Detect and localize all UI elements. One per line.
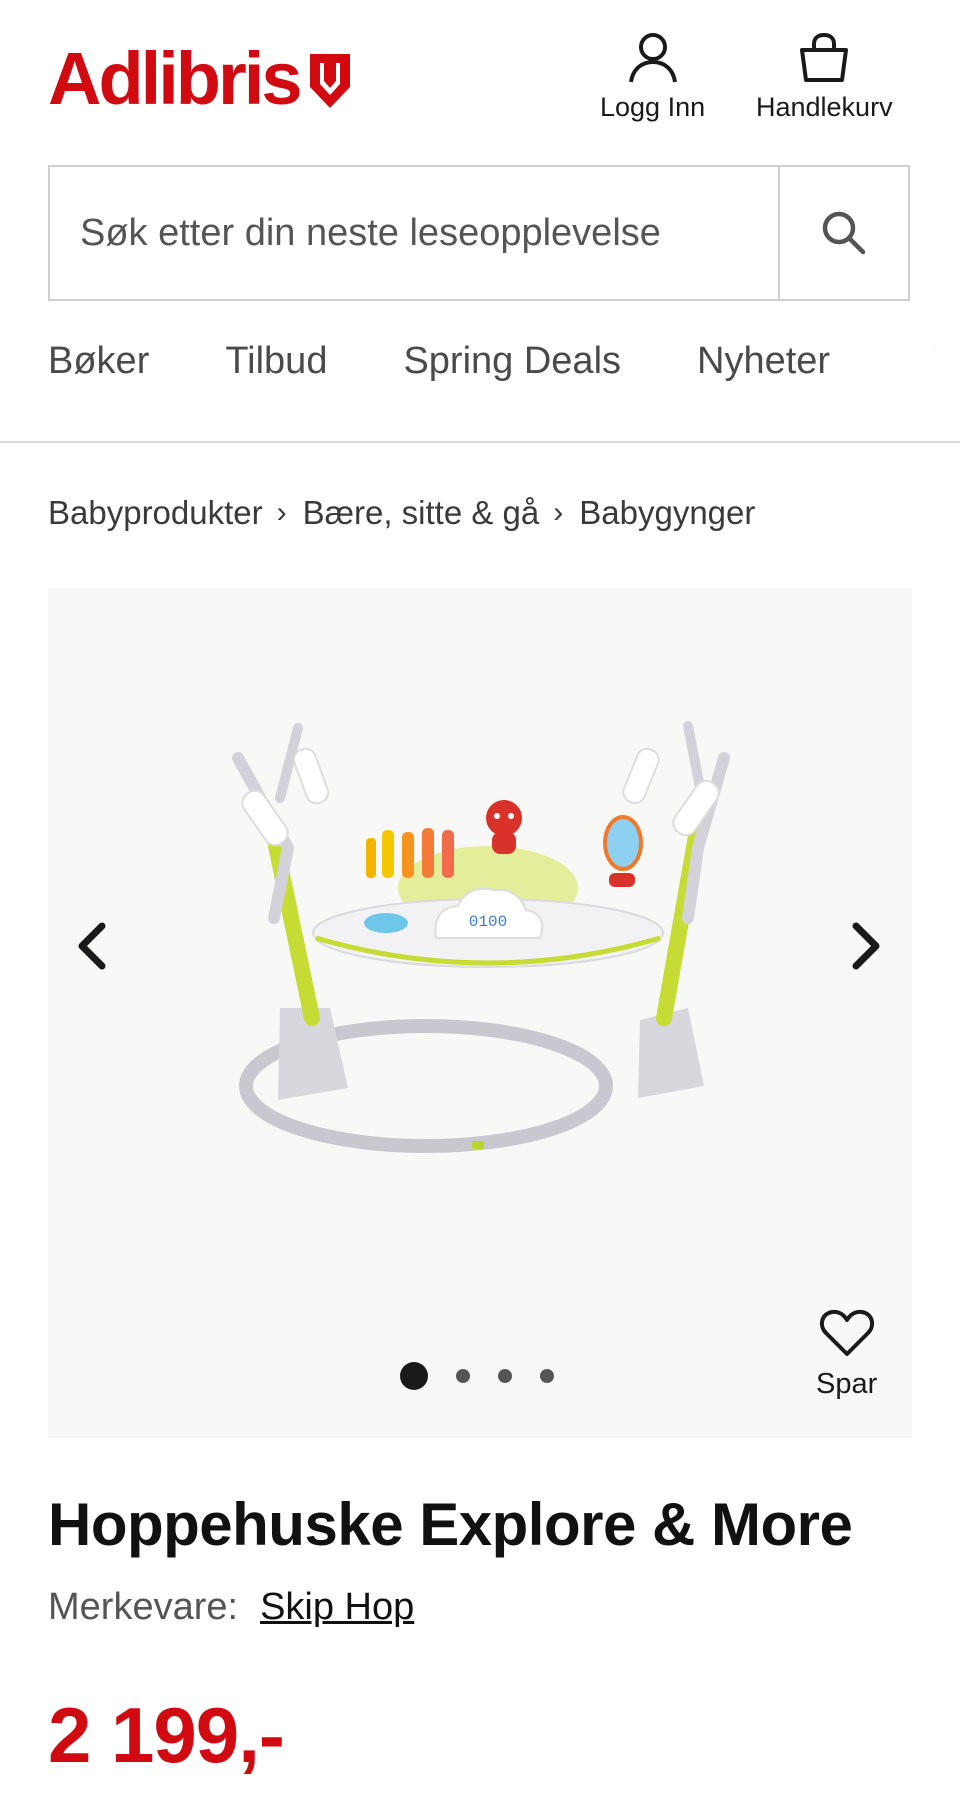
basket-icon (800, 33, 849, 82)
search-icon (822, 211, 866, 255)
pagination-dot[interactable] (456, 1369, 470, 1383)
adlibris-logo[interactable]: Adlibris (48, 42, 353, 116)
breadcrumb-item-baere-sitte-ga[interactable]: Bære, sitte & gå (303, 494, 540, 532)
main-nav: Bøker Tilbud Spring Deals Nyheter (48, 340, 830, 383)
login-label: Logg Inn (600, 92, 706, 122)
brand-link[interactable]: Skip Hop (260, 1586, 414, 1628)
save-favorite-button[interactable]: Spar (816, 1308, 877, 1401)
cart-button[interactable]: Handlekurv (756, 30, 893, 123)
pagination-dot-active[interactable] (400, 1362, 428, 1390)
pagination-dot[interactable] (540, 1369, 554, 1383)
product-image[interactable]: 0100 (48, 588, 912, 1438)
pagination-dot[interactable] (498, 1369, 512, 1383)
nav-divider (0, 441, 960, 443)
chevron-right-icon: › (276, 496, 287, 529)
search-button[interactable] (778, 167, 908, 299)
product-title: Hoppehuske Explore & More (48, 1491, 853, 1558)
breadcrumb: Babyprodukter › Bære, sitte & gå › Babyg… (48, 494, 755, 532)
nav-item-boker[interactable]: Bøker (48, 340, 149, 383)
product-brand: Merkevare: Skip Hop (48, 1586, 414, 1629)
cart-label: Handlekurv (756, 92, 893, 122)
logo-text: Adlibris (48, 37, 302, 120)
login-button[interactable]: Logg Inn (600, 30, 705, 123)
chevron-right-icon: › (553, 496, 564, 529)
image-pagination (400, 1362, 554, 1390)
search-input[interactable] (50, 167, 778, 299)
nav-item-nyheter[interactable]: Nyheter (697, 340, 830, 383)
breadcrumb-item-babyprodukter[interactable]: Babyprodukter (48, 494, 263, 532)
user-icon (628, 33, 677, 83)
save-label: Spar (816, 1368, 878, 1400)
search-bar (48, 165, 910, 301)
toy-display-text: 0100 (469, 913, 507, 931)
logo-shield-icon (310, 54, 351, 108)
nav-fade (890, 330, 960, 400)
previous-image-button[interactable] (72, 918, 112, 979)
nav-item-tilbud[interactable]: Tilbud (225, 340, 327, 383)
heart-icon (819, 1309, 874, 1356)
next-image-button[interactable] (846, 918, 886, 979)
brand-label: Merkevare: (48, 1586, 239, 1628)
breadcrumb-item-babygynger[interactable]: Babygynger (579, 494, 755, 532)
product-gallery: 0100 (48, 588, 912, 1438)
chevron-left-icon (78, 922, 106, 970)
nav-item-spring-deals[interactable]: Spring Deals (403, 340, 621, 383)
chevron-right-icon (852, 922, 880, 970)
product-price: 2 199,- (48, 1691, 285, 1779)
